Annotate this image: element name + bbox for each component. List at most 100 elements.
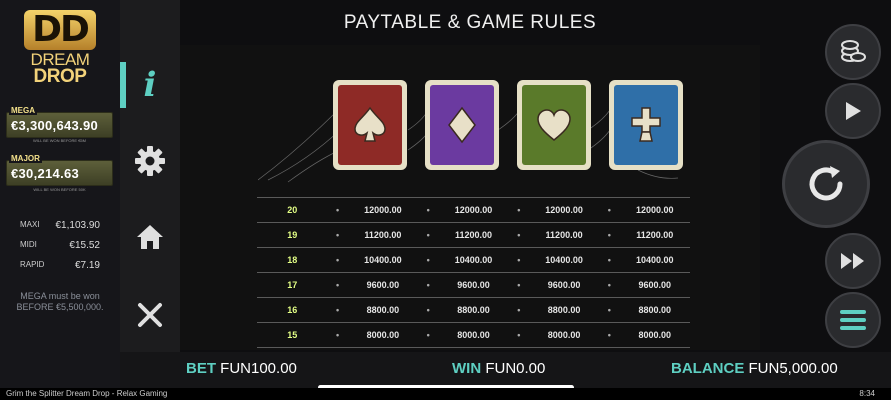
side-menu: i (120, 0, 180, 352)
jackpot-panel: DD DREAM DROP MEGA €3,300,643.90 WILL BE… (0, 0, 120, 388)
separator-dot: • (418, 197, 439, 223)
separator-dot: • (508, 297, 529, 323)
separator-dot: • (418, 222, 439, 248)
symbol-count: 17 (257, 272, 328, 298)
major-jackpot-box: MAJOR €30,214.63 (6, 154, 113, 186)
info-button[interactable]: i (120, 62, 180, 108)
rapid-value: €7.19 (74, 260, 100, 271)
separator-dot: • (599, 222, 620, 248)
table-row: 18 • 10400.00 • 10400.00 • 10400.00 • 10… (257, 247, 690, 273)
home-icon (137, 225, 163, 249)
table-row: 19 • 11200.00 • 11200.00 • 11200.00 • 11… (257, 222, 690, 248)
mega-jackpot-label: MEGA (9, 106, 37, 115)
mega-rule-note: MEGA must be won BEFORE €5,500,000. (16, 291, 104, 312)
pay-value: 10400.00 (438, 247, 509, 273)
pay-value: 9600.00 (528, 272, 600, 298)
pay-value: 11200.00 (619, 222, 690, 248)
balance-value: FUN5,000.00 (748, 360, 838, 377)
table-row: 15 • 8000.00 • 8000.00 • 8000.00 • 8000.… (257, 322, 690, 348)
pay-value: 12000.00 (347, 197, 419, 223)
close-icon (138, 303, 162, 327)
separator-dot: • (327, 197, 348, 223)
separator-dot: • (508, 272, 529, 298)
pay-value: 10400.00 (347, 247, 419, 273)
separator-dot: • (327, 222, 348, 248)
separator-dot: • (599, 297, 620, 323)
table-row: 17 • 9600.00 • 9600.00 • 9600.00 • 9600.… (257, 272, 690, 298)
club-icon (631, 107, 661, 142)
pay-value: 8000.00 (438, 322, 509, 348)
autoplay-button[interactable] (825, 83, 881, 139)
separator-dot: • (508, 222, 529, 248)
bet-label: BET (186, 360, 216, 377)
spin-icon (809, 166, 843, 201)
separator-dot: • (418, 247, 439, 273)
win-label: WIN (452, 360, 482, 377)
pay-value: 9600.00 (619, 272, 690, 298)
symbol-face-spade (338, 85, 402, 165)
major-jackpot-label: MAJOR (9, 154, 42, 163)
rapid-label: RAPID (20, 260, 45, 269)
bottom-bar: BET FUN100.00 WIN FUN0.00 BALANCE FUN5,0… (120, 352, 891, 388)
separator-dot: • (327, 322, 348, 348)
symbol-count: 18 (257, 247, 328, 273)
maxi-value: €1,103.90 (55, 220, 101, 231)
logo-line2: DROP (33, 66, 87, 87)
menu-button[interactable] (825, 292, 881, 348)
home-button[interactable] (120, 214, 180, 260)
symbol-face-club (614, 85, 678, 165)
pay-value: 8800.00 (347, 297, 419, 323)
dream-drop-logo: DD DREAM DROP (24, 10, 96, 86)
close-button[interactable] (120, 292, 180, 338)
separator-dot: • (418, 297, 439, 323)
separator-dot: • (418, 322, 439, 348)
mega-jackpot-note: WILL BE WON BEFORE €5M (33, 138, 86, 143)
spin-button[interactable] (782, 140, 870, 228)
symbol-card-heart (517, 80, 591, 170)
pay-value: 8000.00 (619, 322, 690, 348)
pay-value: 11200.00 (347, 222, 419, 248)
diamond-icon (448, 106, 476, 144)
fast-forward-icon (841, 253, 864, 269)
gear-icon (135, 146, 165, 176)
pay-value: 8800.00 (619, 297, 690, 323)
symbol-face-heart (522, 85, 586, 165)
pay-value: 8800.00 (528, 297, 600, 323)
pay-value: 11200.00 (438, 222, 509, 248)
mega-jackpot-amount: €3,300,643.90 (11, 118, 99, 133)
separator-dot: • (599, 197, 620, 223)
pay-value: 8000.00 (347, 322, 419, 348)
pay-value: 8000.00 (528, 322, 600, 348)
pay-value: 9600.00 (438, 272, 509, 298)
separator-dot: • (508, 247, 529, 273)
pay-value: 11200.00 (528, 222, 600, 248)
separator-dot: • (599, 247, 620, 273)
separator-dot: • (327, 297, 348, 323)
separator-dot: • (327, 247, 348, 273)
info-icon: i (143, 65, 157, 105)
play-icon (846, 102, 861, 120)
clock: 8:34 (859, 389, 875, 398)
separator-dot: • (508, 322, 529, 348)
major-jackpot-amount: €30,214.63 (11, 166, 80, 181)
balance-display: BALANCE FUN5,000.00 (671, 360, 838, 377)
midi-label: MIDI (20, 240, 37, 249)
midi-value: €15.52 (69, 240, 100, 251)
status-bar: Grim the Splitter Dream Drop - Relax Gam… (0, 388, 891, 400)
pay-value: 9600.00 (347, 272, 419, 298)
pay-value: 12000.00 (438, 197, 509, 223)
turbo-button[interactable] (825, 233, 881, 289)
major-jackpot-note: WILL BE WON BEFORE 50K (33, 187, 86, 192)
pay-value: 10400.00 (619, 247, 690, 273)
coins-icon (841, 40, 866, 62)
separator-dot: • (599, 322, 620, 348)
bet-display: BET FUN100.00 (186, 360, 297, 377)
coins-button[interactable] (825, 24, 881, 80)
menu-icon (840, 310, 866, 330)
settings-button[interactable] (120, 138, 180, 184)
win-value: FUN0.00 (485, 360, 546, 377)
symbol-face-diamond (430, 85, 494, 165)
bet-value: FUN100.00 (220, 360, 297, 377)
balance-label: BALANCE (671, 360, 745, 377)
symbol-count: 19 (257, 222, 328, 248)
